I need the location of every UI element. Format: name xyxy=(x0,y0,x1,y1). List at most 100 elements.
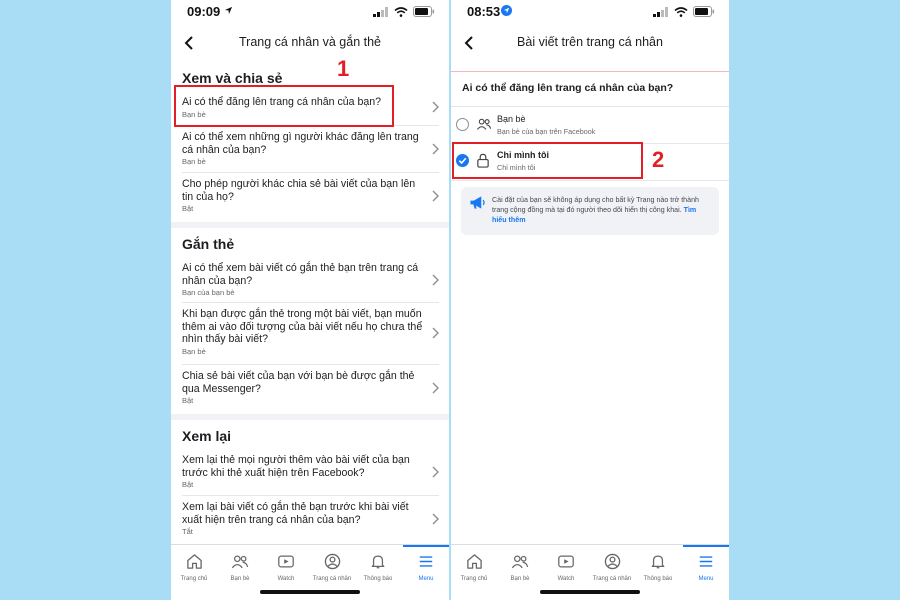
setting-row-title: Xem lại bài viết có gắn thẻ bạn trước kh… xyxy=(182,501,409,526)
chevron-right-icon xyxy=(432,466,439,478)
home-icon xyxy=(186,554,202,569)
setting-row-title: Ai có thể xem bài viết có gắn thẻ bạn tr… xyxy=(182,262,419,287)
row-divider xyxy=(182,364,439,365)
tab-notifications[interactable]: Thông báo xyxy=(635,545,681,589)
radio-button-unselected[interactable] xyxy=(456,118,469,131)
row-divider xyxy=(182,495,439,496)
tab-home[interactable]: Trang chủ xyxy=(171,545,217,589)
row-divider xyxy=(182,172,439,173)
section-separator xyxy=(171,222,449,228)
tab-friends[interactable]: Bạn bè xyxy=(217,545,263,589)
setting-row-tagged-audience[interactable]: Khi bạn được gắn thẻ trong một bài viết,… xyxy=(171,308,449,356)
setting-row-who-can-see-others-posts[interactable]: Ai có thể xem những gì người khác đăng l… xyxy=(171,131,449,166)
tab-watch[interactable]: Watch xyxy=(263,545,309,589)
option-title: Bạn bè xyxy=(497,114,526,124)
profile-icon xyxy=(604,553,620,570)
annotation-number-2: 2 xyxy=(652,147,665,172)
bottom-tab-bar: Trang chủ Bạn bè Watch Trang cá nhân Thô… xyxy=(171,544,449,600)
setting-row-who-can-see-tagged-posts[interactable]: Ai có thể xem bài viết có gắn thẻ bạn tr… xyxy=(171,262,449,297)
signal-icon xyxy=(653,6,668,17)
menu-icon xyxy=(699,556,713,567)
setting-row-value: Bạn của bạn bè xyxy=(182,288,235,298)
navigation-bar: Bài viết trên trang cá nhân xyxy=(451,26,729,60)
tab-label: Trang cá nhân xyxy=(592,576,632,582)
highlight-box-1 xyxy=(174,85,394,127)
audience-question: Ai có thể đăng lên trang cá nhân của bạn… xyxy=(462,82,674,94)
setting-row-title: Cho phép người khác chia sẻ bài viết của… xyxy=(182,178,416,203)
tab-menu[interactable]: Menu xyxy=(683,545,729,589)
status-bar: 09:09 xyxy=(171,0,449,26)
status-icons xyxy=(653,6,715,17)
location-arrow-icon xyxy=(224,6,233,15)
chevron-right-icon xyxy=(432,143,439,155)
tab-menu[interactable]: Menu xyxy=(403,545,449,589)
watch-icon xyxy=(278,555,294,568)
page-title: Trang cá nhân và gắn thẻ xyxy=(239,35,381,49)
chevron-right-icon xyxy=(432,513,439,525)
active-tab-indicator xyxy=(403,545,449,547)
info-notice-card: Cài đặt của bạn sẽ không áp dụng cho bất… xyxy=(461,187,719,235)
tab-label: Watch xyxy=(557,576,575,582)
row-divider xyxy=(451,106,729,107)
section-title-view-share: Xem và chia sẻ xyxy=(182,70,283,86)
tab-home[interactable]: Trang chủ xyxy=(451,545,497,589)
tab-label: Trang chủ xyxy=(460,576,488,582)
setting-row-review-tagged-posts[interactable]: Xem lại bài viết có gắn thẻ bạn trước kh… xyxy=(171,501,449,536)
section-title-review: Xem lại xyxy=(182,428,232,444)
location-badge-icon xyxy=(501,5,512,16)
wifi-icon xyxy=(674,6,688,17)
section-separator xyxy=(171,414,449,420)
tab-profile[interactable]: Trang cá nhân xyxy=(309,545,355,589)
friends-icon xyxy=(476,118,492,130)
battery-icon xyxy=(413,6,435,17)
bell-icon xyxy=(651,555,665,569)
page-title: Bài viết trên trang cá nhân xyxy=(517,35,663,49)
signal-icon xyxy=(373,6,388,17)
tab-label: Trang chủ xyxy=(180,576,208,582)
tab-label: Bạn bè xyxy=(510,576,530,582)
active-tab-indicator xyxy=(683,545,729,547)
chevron-right-icon xyxy=(432,327,439,339)
bell-icon xyxy=(371,555,385,569)
home-indicator xyxy=(540,590,640,594)
setting-row-value: Tắt xyxy=(182,527,193,537)
chevron-right-icon xyxy=(432,190,439,202)
header-divider xyxy=(451,71,729,72)
friends-icon xyxy=(511,555,529,569)
setting-row-value: Bạn bè xyxy=(182,346,206,356)
setting-row-value: Bạn bè xyxy=(182,157,206,167)
friends-icon xyxy=(231,555,249,569)
section-title-tagging: Gắn thẻ xyxy=(182,236,235,252)
setting-row-value: Bật xyxy=(182,396,194,406)
setting-row-value: Bật xyxy=(182,204,194,214)
highlight-box-2 xyxy=(452,142,643,179)
setting-row-title: Chia sẻ bài viết của bạn với bạn bè được… xyxy=(182,370,415,395)
tab-watch[interactable]: Watch xyxy=(543,545,589,589)
setting-row-share-via-messenger[interactable]: Chia sẻ bài viết của bạn với bạn bè được… xyxy=(171,370,449,405)
tab-friends[interactable]: Bạn bè xyxy=(497,545,543,589)
setting-row-title: Xem lại thẻ mọi người thêm vào bài viết … xyxy=(182,454,410,479)
audience-option-friends[interactable]: Bạn bè Bạn bè của bạn trên Facebook xyxy=(451,108,729,142)
status-bar: 08:53 xyxy=(451,0,729,26)
status-time: 09:09 xyxy=(187,4,221,19)
setting-row-title: Ai có thể xem những gì người khác đăng l… xyxy=(182,131,419,156)
setting-row-review-tags[interactable]: Xem lại thẻ mọi người thêm vào bài viết … xyxy=(171,454,449,489)
navigation-bar: Trang cá nhân và gắn thẻ xyxy=(171,26,449,60)
profile-icon xyxy=(324,553,340,570)
battery-icon xyxy=(693,6,715,17)
home-icon xyxy=(466,554,482,569)
tab-label: Menu xyxy=(698,576,714,582)
tab-notifications[interactable]: Thông báo xyxy=(355,545,401,589)
setting-row-allow-share-to-story[interactable]: Cho phép người khác chia sẻ bài viết của… xyxy=(171,178,449,213)
info-notice-text: Cài đặt của bạn sẽ không áp dụng cho bất… xyxy=(492,195,711,225)
option-description: Bạn bè của bạn trên Facebook xyxy=(497,127,596,136)
status-time: 08:53 xyxy=(467,4,501,19)
tab-label: Menu xyxy=(418,576,434,582)
megaphone-icon xyxy=(470,196,485,209)
annotation-number-1: 1 xyxy=(337,56,350,81)
row-divider xyxy=(182,302,439,303)
wifi-icon xyxy=(394,6,408,17)
tab-profile[interactable]: Trang cá nhân xyxy=(589,545,635,589)
tab-label: Watch xyxy=(277,576,295,582)
phone-screen-right: 08:53 Bài viết trên trang cá nhân Ai có … xyxy=(451,0,729,600)
